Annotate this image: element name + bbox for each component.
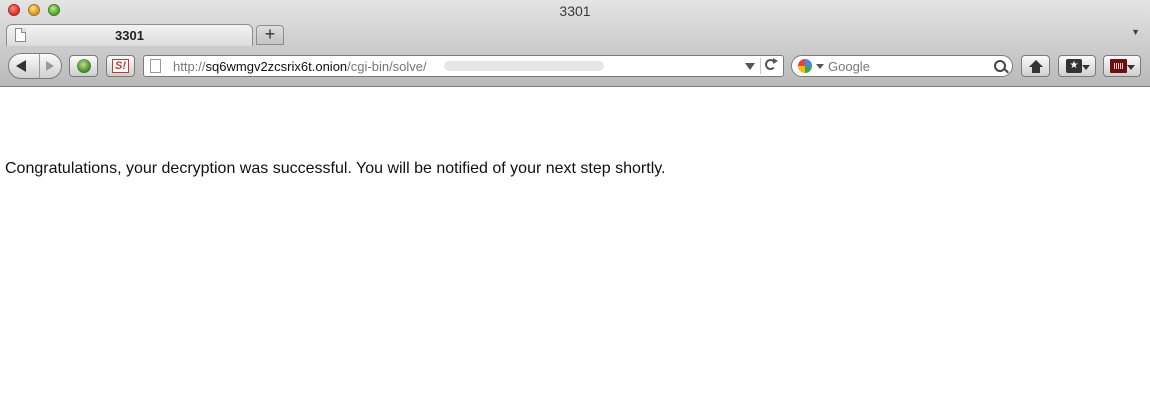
search-engine-dropdown-icon[interactable]	[816, 64, 824, 69]
chevron-down-icon	[1127, 65, 1135, 70]
success-message: Congratulations, your decryption was suc…	[5, 160, 666, 177]
reload-icon[interactable]	[765, 58, 778, 70]
bookmark-star-icon: ★	[1066, 59, 1082, 73]
addon-button[interactable]: S!	[106, 55, 135, 77]
home-icon	[1029, 60, 1043, 73]
url-text[interactable]: http://sq6wmgv2zcsrix6t.onion/cgi-bin/so…	[173, 59, 427, 74]
chevron-down-icon	[1082, 65, 1090, 70]
url-redacted-segment	[444, 61, 604, 71]
search-icon[interactable]	[994, 60, 1006, 72]
search-input[interactable]	[828, 57, 988, 75]
google-icon[interactable]	[798, 59, 812, 73]
url-host: sq6wmgv2zcsrix6t.onion	[205, 59, 348, 74]
url-separator	[760, 58, 761, 74]
onion-icon	[77, 59, 91, 73]
navigation-toolbar: S! http://sq6wmgv2zcsrix6t.onion/cgi-bin…	[0, 46, 1150, 86]
https-everywhere-button[interactable]	[1103, 55, 1141, 77]
url-path: /cgi-bin/solve/	[347, 59, 427, 74]
tab-active[interactable]: 3301	[6, 24, 253, 46]
title-bar: 3301	[0, 0, 1150, 22]
window-title: 3301	[559, 3, 591, 19]
forward-button[interactable]	[39, 54, 61, 78]
url-bar[interactable]: http://sq6wmgv2zcsrix6t.onion/cgi-bin/so…	[143, 55, 784, 77]
browser-chrome: 3301 3301 + ▼ S! http://sq6wmgv2zcsrix6t…	[0, 0, 1150, 87]
url-scheme: http://	[173, 59, 206, 74]
new-tab-button[interactable]: +	[256, 25, 284, 45]
search-bar[interactable]	[791, 55, 1013, 77]
https-everywhere-icon	[1110, 59, 1127, 73]
tab-list-icon[interactable]: ▼	[1131, 27, 1140, 37]
back-forward-group	[8, 53, 62, 79]
bookmarks-menu-button[interactable]: ★	[1058, 55, 1096, 77]
page-identity-icon	[150, 59, 161, 73]
tor-onion-button[interactable]	[69, 55, 98, 77]
s-logo-icon: S!	[112, 59, 129, 73]
home-button[interactable]	[1021, 55, 1050, 77]
history-dropdown-icon[interactable]	[745, 63, 755, 70]
back-button[interactable]	[9, 54, 40, 78]
tab-title: 3301	[115, 28, 144, 43]
